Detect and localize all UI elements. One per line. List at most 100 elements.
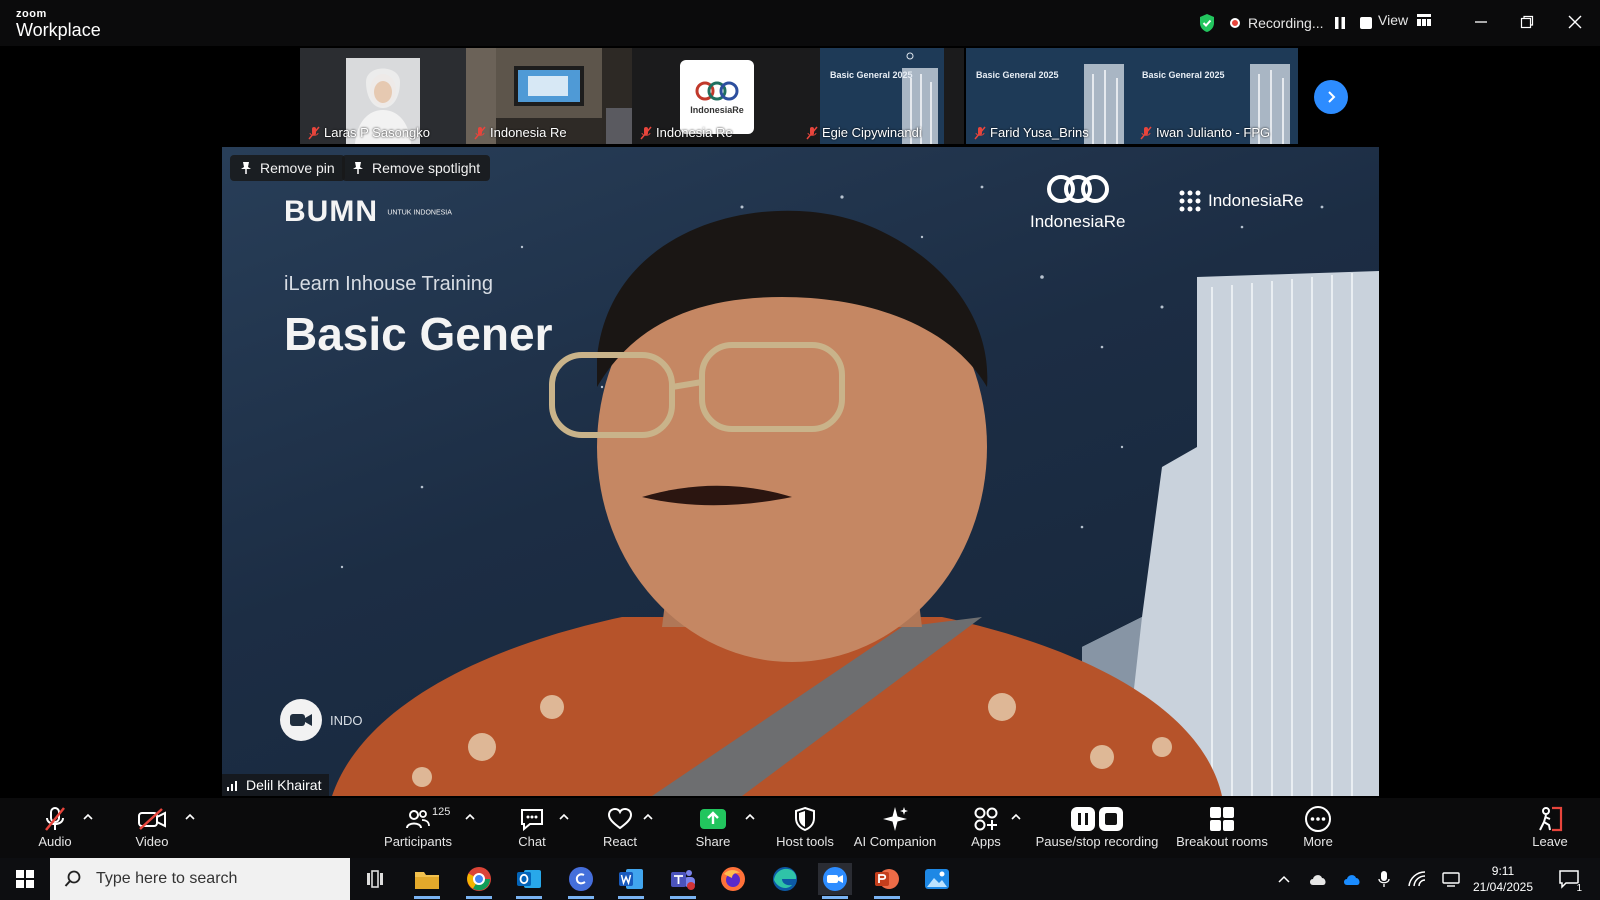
taskbar-clock[interactable]: 9:11 21/04/2025	[1466, 863, 1540, 895]
react-options-caret-icon[interactable]	[642, 812, 654, 822]
slide-logo-small: UNTUK INDONESIA	[387, 209, 452, 217]
search-icon	[64, 870, 81, 887]
video-off-icon	[138, 808, 166, 830]
microphone-tray[interactable]	[1374, 858, 1394, 900]
outlook-icon	[517, 870, 541, 888]
share-screen-icon	[700, 809, 726, 829]
participant-name: Laras P Sasongko	[324, 125, 430, 140]
firefox-app[interactable]	[716, 863, 750, 895]
display-tray[interactable]	[1440, 858, 1462, 900]
apps-label: Apps	[971, 834, 1001, 849]
participant-thumbnail[interactable]: Basic General 2025 Iwan Julianto - FPG	[1132, 48, 1298, 144]
mic-muted-icon	[806, 126, 818, 139]
onedrive-personal-tray[interactable]	[1306, 858, 1330, 900]
slide-brand-logo-2: IndonesiaRe	[1178, 189, 1303, 213]
remove-pin-button[interactable]: Remove pin	[230, 155, 345, 181]
windows-taskbar: Type here to search 9:11 21/04/2025 1	[0, 858, 1600, 900]
more-icon	[1305, 806, 1331, 832]
participant-thumbnail[interactable]: Basic General 2025 Farid Yusa_Brins	[966, 48, 1132, 144]
mic-muted-icon	[974, 126, 986, 139]
react-label: React	[603, 834, 637, 849]
react-button[interactable]: React	[600, 804, 640, 854]
clock-date: 21/04/2025	[1472, 880, 1534, 894]
taskbar-search-input[interactable]: Type here to search	[50, 858, 350, 900]
participant-name-tag: Indonesia Re	[640, 125, 733, 140]
grid-view-icon	[1417, 14, 1432, 26]
participant-thumbnail[interactable]: Laras P Sasongko	[300, 48, 466, 144]
signal-strength-icon	[227, 781, 237, 791]
participant-name: Egie Cipywinandi	[822, 125, 922, 140]
mic-muted-icon	[640, 126, 652, 139]
apps-options-caret-icon[interactable]	[1010, 812, 1022, 822]
minimize-button[interactable]	[1466, 8, 1496, 36]
title-bar: zoom Workplace Recording... View	[0, 0, 1600, 46]
stop-recording-button[interactable]	[1357, 14, 1375, 32]
pause-recording-button[interactable]	[1331, 14, 1349, 32]
powerpoint-app[interactable]	[870, 863, 904, 899]
apps-button[interactable]: Apps	[966, 804, 1006, 854]
more-button[interactable]: More	[1298, 804, 1338, 854]
word-app[interactable]	[614, 863, 648, 899]
next-participants-button[interactable]	[1314, 80, 1348, 114]
wifi-tray[interactable]	[1406, 858, 1428, 900]
logo-workplace: Workplace	[16, 20, 101, 40]
slide-brand1: IndonesiaRe	[1030, 212, 1126, 231]
participants-options-caret-icon[interactable]	[464, 812, 476, 822]
host-tools-button[interactable]: Host tools	[774, 804, 836, 854]
photos-app[interactable]	[920, 863, 954, 895]
share-options-caret-icon[interactable]	[744, 812, 756, 822]
audio-button[interactable]: Audio	[34, 804, 76, 854]
video-button[interactable]: Video	[130, 804, 174, 854]
zoom-app[interactable]	[818, 863, 852, 899]
restore-button[interactable]	[1512, 8, 1542, 36]
close-button[interactable]	[1560, 8, 1590, 36]
breakout-rooms-icon	[1210, 807, 1234, 831]
task-view-button[interactable]	[358, 863, 392, 895]
chat-button[interactable]: Chat	[512, 804, 552, 854]
host-tools-label: Host tools	[776, 834, 834, 849]
restore-icon	[1520, 15, 1534, 29]
notifications-button[interactable]: 1	[1552, 858, 1586, 900]
teams-app[interactable]	[666, 863, 700, 899]
start-button[interactable]	[8, 863, 42, 895]
remove-spotlight-button[interactable]: Remove spotlight	[342, 155, 491, 181]
recording-dot-icon	[1230, 18, 1240, 28]
pause-stop-recording-label: Pause/stop recording	[1035, 834, 1159, 849]
pause-stop-recording-button[interactable]: Pause/stop recording	[1034, 804, 1160, 854]
breakout-rooms-label: Breakout rooms	[1176, 834, 1268, 849]
thumbnail-slide-title: Basic General 2025	[976, 70, 1059, 80]
chat-label: Chat	[518, 834, 546, 849]
canva-app[interactable]	[564, 863, 598, 899]
participants-button[interactable]: 125 Participants	[380, 804, 456, 854]
folder-icon	[415, 872, 439, 889]
teams-icon	[671, 870, 695, 890]
onedrive-business-tray[interactable]	[1340, 858, 1364, 900]
video-options-caret-icon[interactable]	[184, 812, 196, 822]
sparkle-icon	[883, 807, 908, 831]
share-button[interactable]: Share	[693, 804, 733, 854]
ai-companion-button[interactable]: AI Companion	[848, 804, 942, 854]
participant-thumbnail[interactable]: Indonesia Re	[466, 48, 632, 144]
outlook-app[interactable]	[512, 863, 546, 899]
recording-status: Recording...	[1198, 12, 1375, 34]
chat-options-caret-icon[interactable]	[558, 812, 570, 822]
show-hidden-icons-button[interactable]	[1274, 858, 1294, 900]
chrome-app[interactable]	[462, 863, 496, 899]
slide-title: Basic Gener	[284, 308, 553, 360]
participant-name-tag: Farid Yusa_Brins	[974, 125, 1089, 140]
participant-thumbnail[interactable]: Basic General 2025 Egie Cipywinandi	[798, 48, 964, 144]
file-explorer-app[interactable]	[410, 863, 444, 899]
task-view-icon	[367, 870, 383, 888]
spotlight-video[interactable]: Remove pin Remove spotlight BUMN UNTUK I…	[222, 147, 1379, 796]
recording-label: Recording...	[1248, 15, 1324, 31]
participants-count: 125	[432, 806, 451, 818]
view-button[interactable]: View	[1378, 12, 1432, 28]
encryption-shield-icon[interactable]	[1198, 13, 1216, 33]
edge-app[interactable]	[768, 863, 802, 895]
mic-muted-icon	[1140, 126, 1152, 139]
leave-button[interactable]: Leave	[1530, 804, 1570, 854]
breakout-rooms-button[interactable]: Breakout rooms	[1172, 804, 1272, 854]
windows-logo-icon	[16, 870, 34, 888]
participant-thumbnail[interactable]: IndonesiaRe Indonesia Re	[632, 48, 798, 144]
audio-options-caret-icon[interactable]	[82, 812, 94, 822]
